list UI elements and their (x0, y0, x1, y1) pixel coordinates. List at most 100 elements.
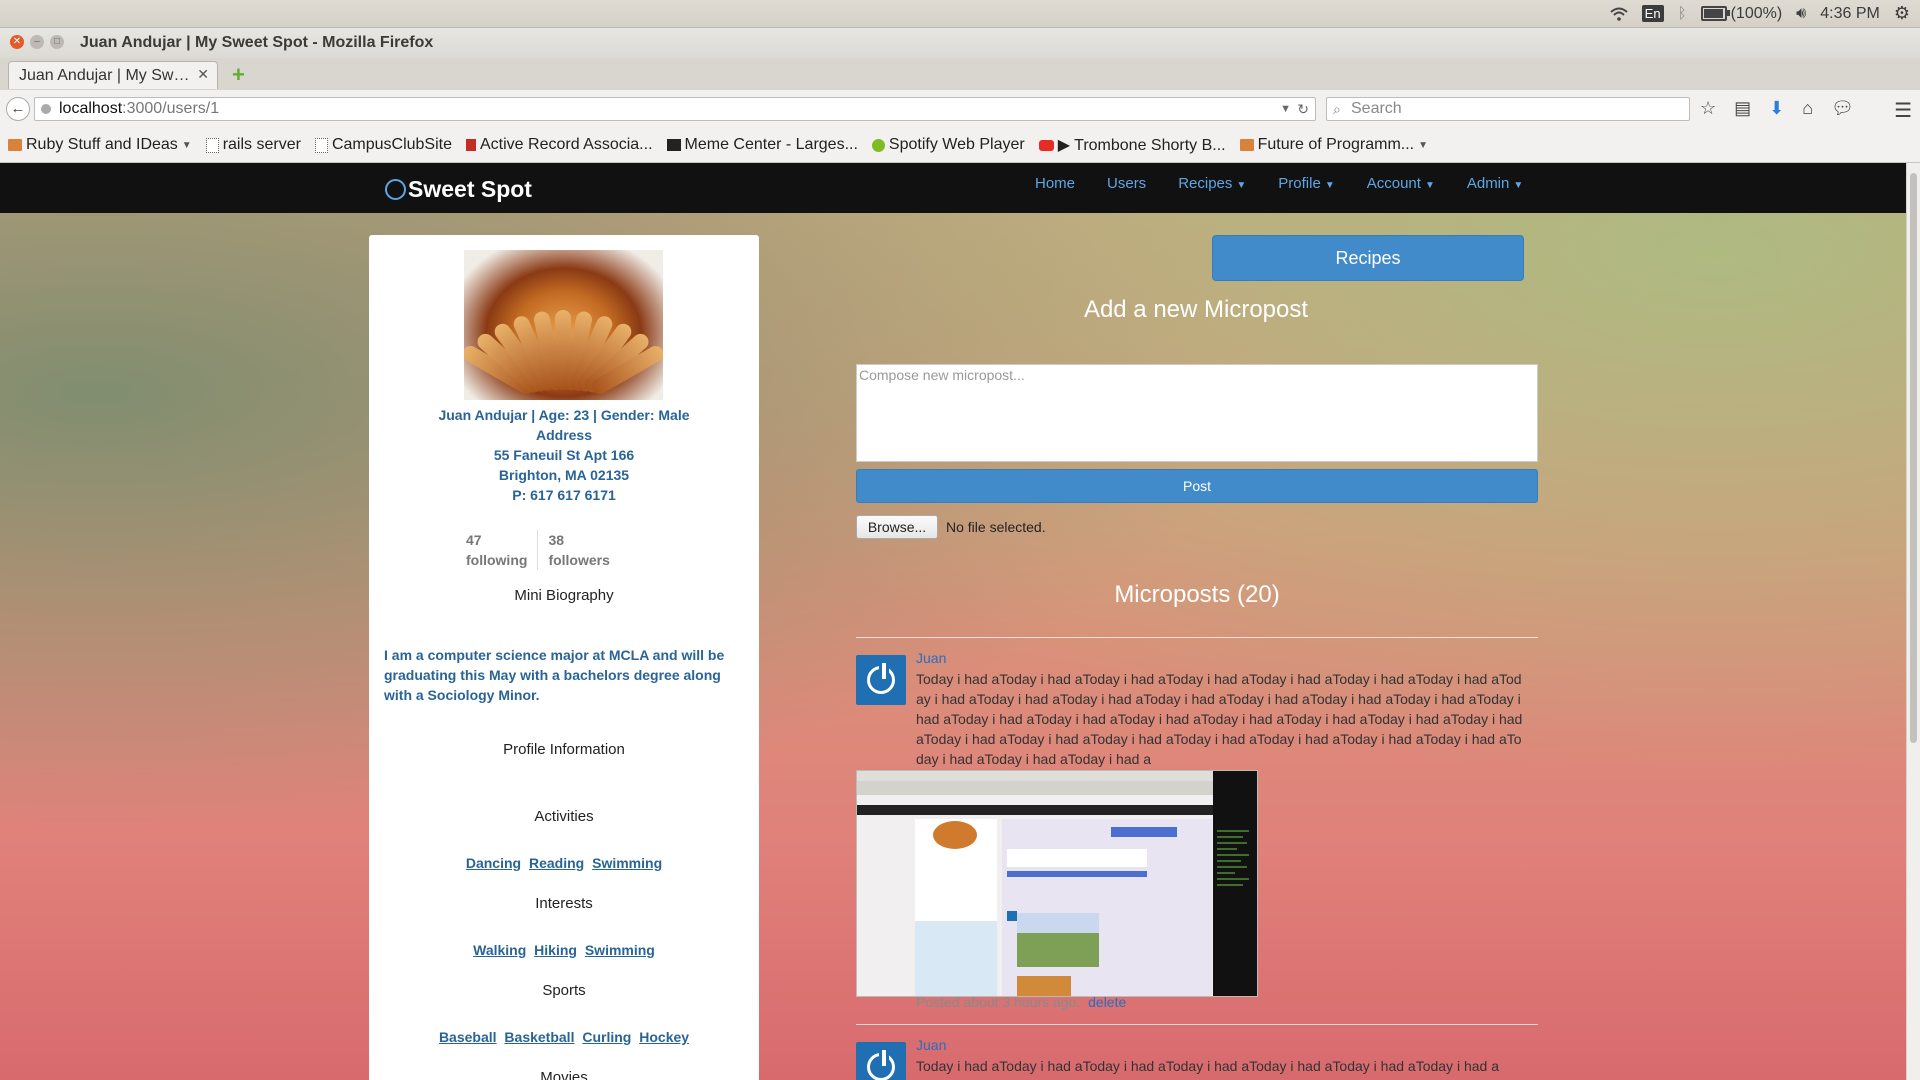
browse-file-button[interactable]: Browse... (856, 515, 938, 539)
sport-link[interactable]: Baseball (439, 1029, 497, 1045)
search-input[interactable]: ⌕ Search (1326, 97, 1690, 121)
chat-icon[interactable]: 💬︎ (1831, 98, 1854, 119)
following-count: 47 (466, 532, 482, 548)
micropost-user-link[interactable]: Juan (916, 650, 946, 666)
close-tab-icon[interactable]: ✕ (197, 66, 209, 83)
address-street: 55 Faneuil St Apt 166 (493, 447, 635, 463)
nav-recipes-dropdown[interactable]: Recipes ▼ (1178, 175, 1246, 192)
url-bar[interactable]: localhost:3000/users/1 ▼ ↻ (34, 97, 1316, 121)
downloads-icon[interactable]: ⬇ (1769, 98, 1784, 119)
nav-profile-dropdown[interactable]: Profile ▼ (1278, 175, 1334, 192)
scrollbar-thumb[interactable] (1910, 173, 1917, 743)
delete-link[interactable]: delete (1088, 994, 1126, 1010)
window-close-button[interactable]: ✕ (10, 35, 24, 49)
window-title: Juan Andujar | My Sweet Spot - Mozilla F… (80, 34, 434, 51)
activities-heading: Activities (534, 808, 594, 825)
window-minimize-button[interactable]: – (30, 35, 44, 49)
folder-icon (8, 139, 22, 151)
interest-link[interactable]: Hiking (534, 942, 577, 958)
bluetooth-icon[interactable]: ᛒ (1678, 5, 1687, 22)
bookmark-label: Future of Programm... (1257, 136, 1415, 153)
spotify-icon (871, 138, 885, 152)
hamburger-menu-icon[interactable]: ☰ (1894, 98, 1912, 123)
new-tab-icon[interactable]: + (232, 62, 245, 88)
wifi-icon[interactable] (1610, 7, 1628, 21)
nav-recipes-label: Recipes (1178, 175, 1233, 192)
nav-account-dropdown[interactable]: Account ▼ (1367, 175, 1435, 192)
user-avatar[interactable] (856, 655, 906, 705)
page-scrollbar[interactable] (1906, 163, 1920, 1080)
microposts-title: Microposts (20) (1114, 581, 1280, 608)
page-icon (205, 137, 219, 153)
following-stat[interactable]: 47 following (466, 530, 537, 570)
interests-heading: Interests (535, 895, 593, 912)
nav-home-label: Home (1035, 175, 1076, 192)
battery-icon (1700, 6, 1730, 21)
divider (856, 1024, 1538, 1025)
nav-home[interactable]: Home (1035, 175, 1075, 192)
folder-icon (1239, 139, 1254, 151)
site-brand[interactable]: Sweet Spot (385, 176, 532, 203)
address-city: Brighton, MA 02135 (498, 467, 630, 483)
nav-account-label: Account (1366, 175, 1421, 192)
nav-users[interactable]: Users (1107, 175, 1146, 192)
sport-link[interactable]: Curling (582, 1029, 631, 1045)
bookmark-item[interactable]: rails server (205, 136, 301, 154)
tab-active[interactable]: Juan Andujar | My Sw… ✕ (8, 61, 218, 89)
home-icon[interactable]: ⌂ (1802, 98, 1813, 119)
micropost-user-link[interactable]: Juan (916, 1037, 946, 1053)
site-info-icon[interactable] (41, 104, 51, 114)
bookmark-label: rails server (222, 136, 301, 153)
url-history-dropdown-icon[interactable]: ▼ (1280, 98, 1291, 120)
youtube-icon (1038, 139, 1054, 151)
bookmark-item[interactable]: CampusClubSite (314, 136, 452, 154)
interest-link[interactable]: Walking (473, 942, 526, 958)
caret-down-icon: ▼ (1424, 180, 1435, 191)
recipes-button[interactable]: Recipes (1212, 235, 1524, 281)
clock[interactable]: 4:36 PM (1820, 5, 1880, 23)
gear-icon[interactable]: ⚙ (1894, 3, 1910, 24)
back-button[interactable]: ← (6, 97, 30, 121)
navigation-bar: ← localhost:3000/users/1 ▼ ↻ ⌕ Search ☆ … (0, 90, 1920, 128)
compose-micropost-field[interactable] (856, 364, 1538, 462)
bookmark-item[interactable]: Spotify Web Player (871, 136, 1025, 154)
phone-number: P: 617 617 6171 (512, 487, 616, 503)
volume-icon[interactable]: 🔊︎ (1796, 5, 1806, 23)
user-avatar[interactable] (856, 1042, 906, 1080)
bookmark-item[interactable]: ▶ Trombone Shorty B... (1038, 135, 1226, 155)
sports-heading: Sports (542, 982, 586, 999)
activity-link[interactable]: Swimming (592, 855, 662, 871)
post-button[interactable]: Post (856, 469, 1538, 503)
bookmark-item[interactable]: Active Record Associa... (466, 136, 653, 154)
bookmark-item[interactable]: Future of Programm... ▼ (1239, 136, 1429, 154)
micropost-meta: Posted about 3 hours ago. delete (916, 994, 1126, 1010)
sport-link[interactable]: Basketball (504, 1029, 574, 1045)
search-placeholder: Search (1351, 100, 1402, 117)
reload-icon[interactable]: ↻ (1297, 98, 1309, 120)
url-host: localhost (59, 100, 123, 117)
bookmark-item[interactable]: Ruby Stuff and IDeas ▼ (8, 136, 192, 154)
bookmark-item[interactable]: Meme Center - Larges... (666, 136, 858, 154)
keyboard-layout-indicator[interactable]: En (1641, 5, 1664, 22)
screenshot-thumbnail (857, 771, 1257, 996)
bookmark-label: Ruby Stuff and IDeas (26, 136, 178, 153)
activity-link[interactable]: Dancing (466, 855, 521, 871)
interest-link[interactable]: Swimming (585, 942, 655, 958)
sports-links: Baseball Basketball Curling Hockey (369, 1029, 759, 1045)
activity-link[interactable]: Reading (529, 855, 584, 871)
followers-stat[interactable]: 38 followers (537, 530, 619, 570)
window-maximize-button[interactable]: □ (50, 35, 64, 49)
follow-stats: 47 following 38 followers (466, 530, 620, 570)
micropost-timestamp: Posted about 3 hours ago. (916, 994, 1081, 1010)
chevron-down-icon: ▼ (1418, 139, 1429, 151)
battery-indicator[interactable]: (100%) (1700, 5, 1782, 23)
page-viewport: Sweet Spot Home Users Recipes ▼ Profile ▼ … (0, 163, 1906, 1080)
micropost-image (856, 770, 1258, 997)
add-micropost-title: Add a new Micropost (1083, 296, 1309, 323)
bookmark-star-icon[interactable]: ☆ (1700, 98, 1716, 119)
window-title-bar: ✕ – □ Juan Andujar | My Sweet Spot - Moz… (0, 28, 1920, 58)
sport-link[interactable]: Hockey (639, 1029, 689, 1045)
caret-down-icon: ▼ (1324, 180, 1335, 191)
nav-admin-dropdown[interactable]: Admin ▼ (1467, 175, 1523, 192)
reading-list-icon[interactable]: ▤ (1734, 98, 1751, 119)
